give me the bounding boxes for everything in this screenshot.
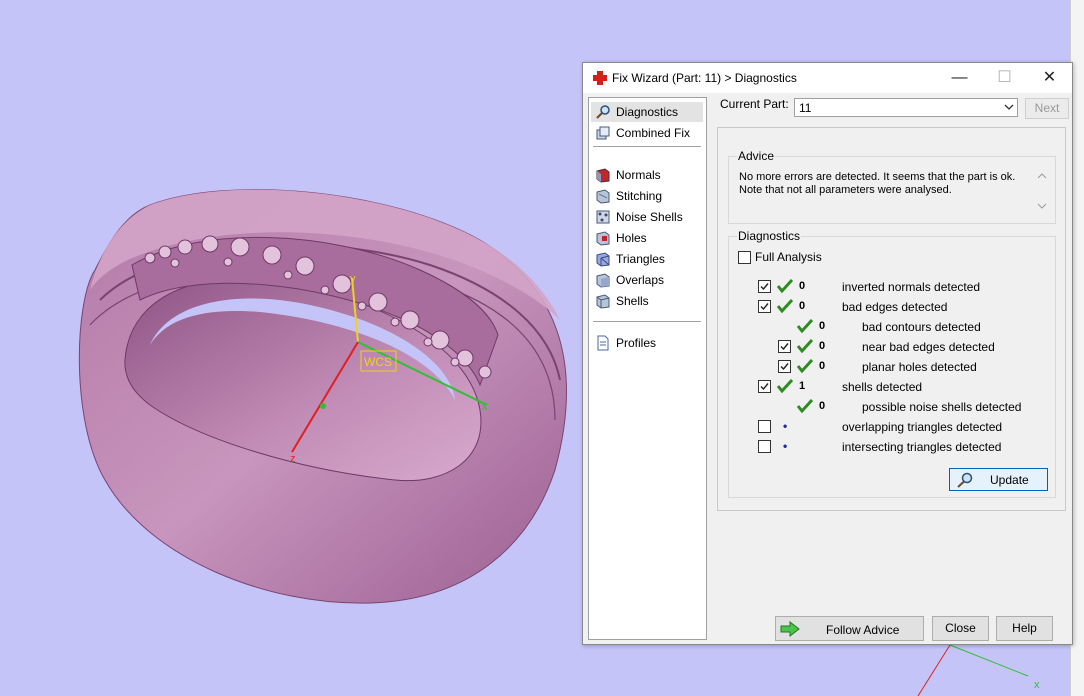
- row-checkbox[interactable]: [758, 280, 771, 293]
- current-part-select[interactable]: 11: [794, 98, 1018, 117]
- row-count: 0: [819, 320, 826, 332]
- next-button[interactable]: Next: [1025, 98, 1069, 119]
- row-checkbox[interactable]: [758, 440, 771, 453]
- ok-check-icon: [796, 358, 814, 374]
- diagnostics-group: Diagnostics Full Analysis 0 inverted nor…: [728, 229, 1056, 498]
- overlaps-icon: [596, 273, 610, 288]
- normals-icon: [596, 168, 610, 183]
- row-checkbox[interactable]: [758, 300, 771, 313]
- noise-shells-icon: [596, 210, 610, 224]
- wizard-nav: Diagnostics Combined Fix Normals Stitchi…: [588, 97, 707, 640]
- minimize-icon: —: [951, 69, 968, 86]
- nav-item-triangles[interactable]: Triangles: [591, 249, 703, 269]
- row-count: 1: [799, 380, 806, 392]
- row-label: intersecting triangles detected: [842, 440, 1002, 454]
- checkmark-icon: [780, 363, 789, 371]
- nav-item-holes[interactable]: Holes: [591, 228, 703, 248]
- nav-item-normals[interactable]: Normals: [591, 165, 703, 185]
- row-label: bad contours detected: [862, 320, 981, 334]
- nav-item-diagnostics[interactable]: Diagnostics: [591, 102, 703, 122]
- row-label: bad edges detected: [842, 300, 948, 314]
- diagnostics-panel: Advice No more errors are detected. It s…: [717, 127, 1066, 511]
- row-count: 0: [819, 340, 826, 352]
- update-label: Update: [990, 473, 1029, 487]
- combined-fix-icon: [596, 126, 610, 140]
- maximize-icon: ☐: [997, 69, 1012, 86]
- row-label: near bad edges detected: [862, 340, 995, 354]
- current-part-value: 11: [799, 101, 812, 115]
- row-label: possible noise shells detected: [862, 400, 1022, 414]
- axis-z-label: z: [290, 453, 296, 465]
- ring-model: [78, 189, 567, 604]
- axis-y-label: y: [350, 273, 356, 285]
- checkmark-icon: [760, 383, 769, 391]
- ok-check-icon: [796, 398, 814, 414]
- dialog-titlebar[interactable]: Fix Wizard (Part: 11) > Diagnostics — ☐ …: [583, 63, 1072, 93]
- ok-check-icon: [776, 298, 794, 314]
- row-checkbox[interactable]: [778, 360, 791, 373]
- current-part-label: Current Part:: [720, 97, 789, 111]
- checkmark-icon: [760, 283, 769, 291]
- dialog-title: Fix Wizard (Part: 11) > Diagnostics: [612, 71, 797, 85]
- wcs-label: WCS: [364, 355, 392, 369]
- axis-x-label: x: [482, 401, 488, 413]
- maximize-button[interactable]: ☐: [982, 63, 1027, 93]
- chevron-down-icon: [1004, 104, 1014, 110]
- red-cross-icon: [593, 71, 607, 85]
- ok-check-icon: [796, 318, 814, 334]
- close-icon: ✕: [1042, 69, 1057, 86]
- checkmark-icon: [780, 343, 789, 351]
- nav-item-shells[interactable]: Shells: [591, 291, 703, 311]
- row-checkbox[interactable]: [778, 340, 791, 353]
- minimize-button[interactable]: —: [937, 63, 982, 93]
- diagnostics-title: Diagnostics: [737, 229, 802, 243]
- row-label: overlapping triangles detected: [842, 420, 1003, 434]
- green-arrow-icon: [780, 621, 800, 637]
- ok-check-icon: [776, 378, 794, 394]
- ok-check-icon: [796, 338, 814, 354]
- full-analysis-checkbox[interactable]: [738, 251, 751, 264]
- row-label: planar holes detected: [862, 360, 977, 374]
- row-count: 0: [799, 280, 806, 292]
- update-button[interactable]: Update: [949, 468, 1048, 491]
- svg-text:x: x: [1034, 679, 1040, 691]
- stitching-icon: [596, 189, 610, 204]
- close-window-button[interactable]: ✕: [1027, 63, 1072, 93]
- advice-text[interactable]: No more errors are detected. It seems th…: [739, 171, 1015, 197]
- holes-icon: [596, 231, 610, 246]
- help-button[interactable]: Help: [996, 616, 1053, 641]
- advice-group: Advice No more errors are detected. It s…: [728, 149, 1056, 224]
- nav-item-overlaps[interactable]: Overlaps: [591, 270, 703, 290]
- scroll-up-icon[interactable]: [1037, 171, 1047, 181]
- follow-advice-label: Follow Advice: [826, 623, 900, 637]
- row-checkbox[interactable]: [758, 420, 771, 433]
- row-count: 0: [799, 300, 806, 312]
- pending-dot: •: [783, 419, 788, 433]
- row-count: 0: [819, 360, 826, 372]
- advice-title: Advice: [737, 149, 776, 163]
- row-label: shells detected: [842, 380, 923, 394]
- magnifier-icon: [957, 472, 973, 488]
- checkmark-icon: [760, 303, 769, 311]
- close-button[interactable]: Close: [932, 616, 989, 641]
- nav-item-combined-fix[interactable]: Combined Fix: [591, 123, 703, 143]
- nav-item-profiles[interactable]: Profiles: [591, 333, 703, 353]
- follow-advice-button[interactable]: Follow Advice: [775, 616, 924, 641]
- shells-icon: [596, 294, 610, 309]
- magnifier-icon: [596, 105, 610, 119]
- fix-wizard-dialog: Fix Wizard (Part: 11) > Diagnostics — ☐ …: [582, 62, 1073, 645]
- scroll-down-icon[interactable]: [1037, 201, 1047, 211]
- profiles-icon: [597, 335, 609, 351]
- pending-dot: •: [783, 439, 788, 453]
- triangles-icon: [596, 252, 610, 267]
- row-count: 0: [819, 400, 826, 412]
- nav-item-noise-shells[interactable]: Noise Shells: [591, 207, 703, 227]
- row-label: inverted normals detected: [842, 280, 981, 294]
- row-checkbox[interactable]: [758, 380, 771, 393]
- full-analysis-label: Full Analysis: [755, 250, 822, 264]
- ok-check-icon: [776, 278, 794, 294]
- nav-item-stitching[interactable]: Stitching: [591, 186, 703, 206]
